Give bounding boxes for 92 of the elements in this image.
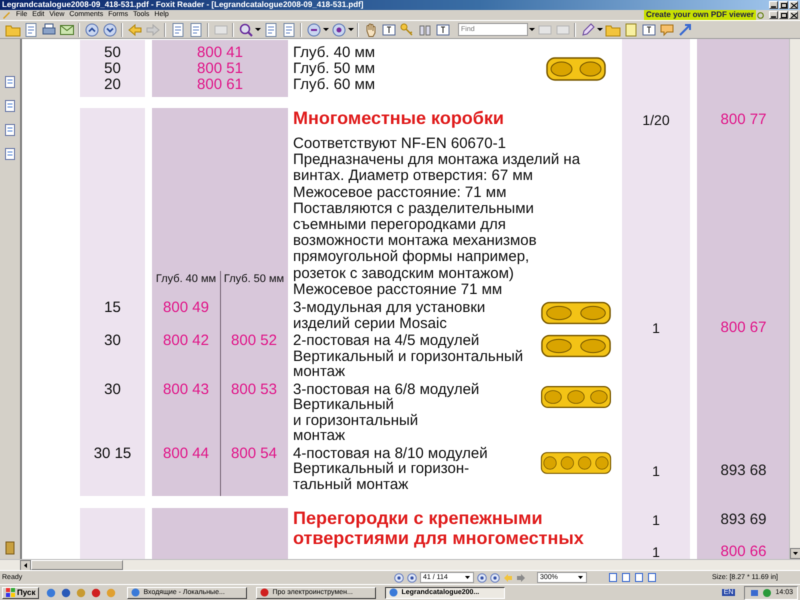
reference-number: 800 66	[720, 544, 768, 559]
reference-number: 800 49	[162, 300, 210, 318]
vertical-scrollbar[interactable]	[789, 39, 800, 559]
attachment-icon[interactable]	[4, 147, 16, 161]
restore-button[interactable]	[779, 11, 788, 19]
column-header: Глуб. 50 мм	[222, 273, 286, 286]
description-text: 3-постовая на 6/8 модулей Вертикальный и горизонтальный монтаж	[293, 382, 480, 444]
close-icon	[790, 12, 796, 18]
scroll-left-icon[interactable]	[22, 562, 29, 568]
quantity-text: 1	[651, 512, 661, 528]
description-text: Глуб. 50 мм	[293, 60, 376, 76]
minimize-button[interactable]	[769, 11, 778, 19]
pages-icon[interactable]	[4, 75, 16, 89]
text-box-icon[interactable]	[434, 22, 451, 38]
reference-number: 800 54	[230, 446, 278, 464]
column-header: Глуб. 40 мм	[154, 273, 218, 286]
layers-icon[interactable]	[4, 99, 16, 113]
quantity-text: 20	[103, 76, 122, 92]
forward-arrow-icon[interactable]	[516, 572, 526, 582]
reference-number: 893 68	[720, 463, 768, 479]
reference-number: 800 52	[230, 333, 278, 352]
close-icon	[790, 2, 796, 8]
quantity-text: 30	[103, 333, 122, 352]
horizontal-scrollbar[interactable]	[0, 559, 800, 570]
reference-number: 800 77	[720, 112, 768, 128]
quantity-text: 1/20	[641, 112, 671, 128]
window-title: Legrandcatalogue2008-09_418-531.pdf - Foxit Reader - [Legrandcatalogue2008-09_418-531.pdf]	[2, 0, 364, 10]
reference-number: 800 53	[230, 382, 278, 400]
facing-page-icon[interactable]	[634, 572, 644, 583]
reference-number: 800 61	[196, 76, 244, 92]
column-background	[80, 508, 145, 559]
description-text: 3-модульная для установки изделий серии Mosaic	[293, 300, 486, 332]
reference-number: 800 44	[162, 446, 210, 464]
mounting-box-drawing	[545, 56, 607, 82]
plus-circle-icon[interactable]	[330, 22, 347, 38]
restore-icon	[780, 12, 786, 18]
minimize-button[interactable]	[769, 1, 778, 9]
caret-icon	[577, 574, 584, 581]
app-icon[interactable]	[61, 588, 72, 598]
quantity-text: 1	[651, 320, 661, 336]
close-button[interactable]	[789, 11, 798, 19]
columns-icon[interactable]	[647, 572, 657, 583]
app-icon	[389, 588, 398, 597]
maximize-icon	[780, 2, 786, 8]
reference-number: 893 69	[720, 512, 768, 528]
windows-logo-icon	[6, 588, 15, 597]
reference-number: 800 42	[162, 333, 210, 352]
text-select-icon[interactable]	[380, 22, 397, 38]
quantity-text: 50	[103, 60, 122, 76]
app-icon	[131, 588, 140, 597]
quantity-text: 15	[103, 300, 122, 318]
section-heading: Многоместные коробки	[293, 108, 505, 128]
promo-banner[interactable]: Create your own PDF viewer	[644, 10, 756, 20]
text-box-icon[interactable]	[640, 22, 657, 38]
maximize-button[interactable]	[779, 1, 788, 9]
reference-number: 800 41	[196, 44, 244, 60]
mounting-box-drawing	[540, 333, 612, 360]
circle-icon	[757, 12, 764, 18]
search-icon[interactable]	[237, 22, 254, 38]
down-arrow-icon[interactable]	[101, 22, 118, 38]
minus-circle-icon[interactable]	[305, 22, 322, 38]
app-icon[interactable]	[91, 588, 102, 598]
print-icon[interactable]	[40, 22, 57, 38]
description-text: 2-постовая на 4/5 модулей Вертикальный и горизонтальный монтаж	[293, 333, 524, 380]
description-text: Глуб. 60 мм	[293, 76, 376, 92]
pencil-icon[interactable]	[4, 123, 16, 137]
quantity-text: 1	[651, 463, 661, 479]
scroll-down-icon[interactable]	[790, 548, 800, 559]
description-text: Глуб. 40 мм	[293, 44, 376, 60]
reference-number: 800 51	[196, 60, 244, 76]
app-icon[interactable]	[762, 588, 772, 598]
network-icon[interactable]	[749, 588, 760, 598]
section-heading: Перегородки с крепежными отверстиями для многоместных	[293, 508, 585, 550]
close-button[interactable]	[789, 1, 798, 9]
mounting-box-drawing	[540, 300, 612, 326]
up-arrow-icon[interactable]	[83, 22, 100, 38]
description-text: 4-постовая на 8/10 модулей Вертикальный и горизон- тальный монтаж	[293, 446, 489, 492]
quantity-text: 1	[651, 544, 661, 559]
column-background	[80, 40, 145, 96]
quantity-text: 50	[103, 44, 122, 60]
single-page-icon[interactable]	[608, 572, 618, 583]
quantity-text: 30 15	[92, 446, 132, 464]
start-button[interactable]: Пуск	[2, 586, 40, 598]
reference-number: 800 43	[162, 382, 210, 400]
description-paragraph: Соответствуют NF-EN 60670-1 Предназначены для монтажа изделий на винтах. Диаметр отверстия: 67 мм Межосевое расстояние: 71 мм Поставляются с разделительными съемными перегородками для возможности монтажа механизмов прямоугольной формы например, розеток с заводским монтажом) Межосевое расстояние 71 мм	[293, 136, 582, 298]
continuous-page-icon[interactable]	[621, 572, 631, 583]
bookmark-icon[interactable]	[4, 541, 16, 555]
quantity-text: 30	[103, 382, 122, 400]
app-icon[interactable]	[46, 588, 56, 598]
app-icon	[260, 588, 270, 597]
reference-number: 800 67	[720, 320, 768, 336]
caret-icon	[464, 574, 471, 581]
